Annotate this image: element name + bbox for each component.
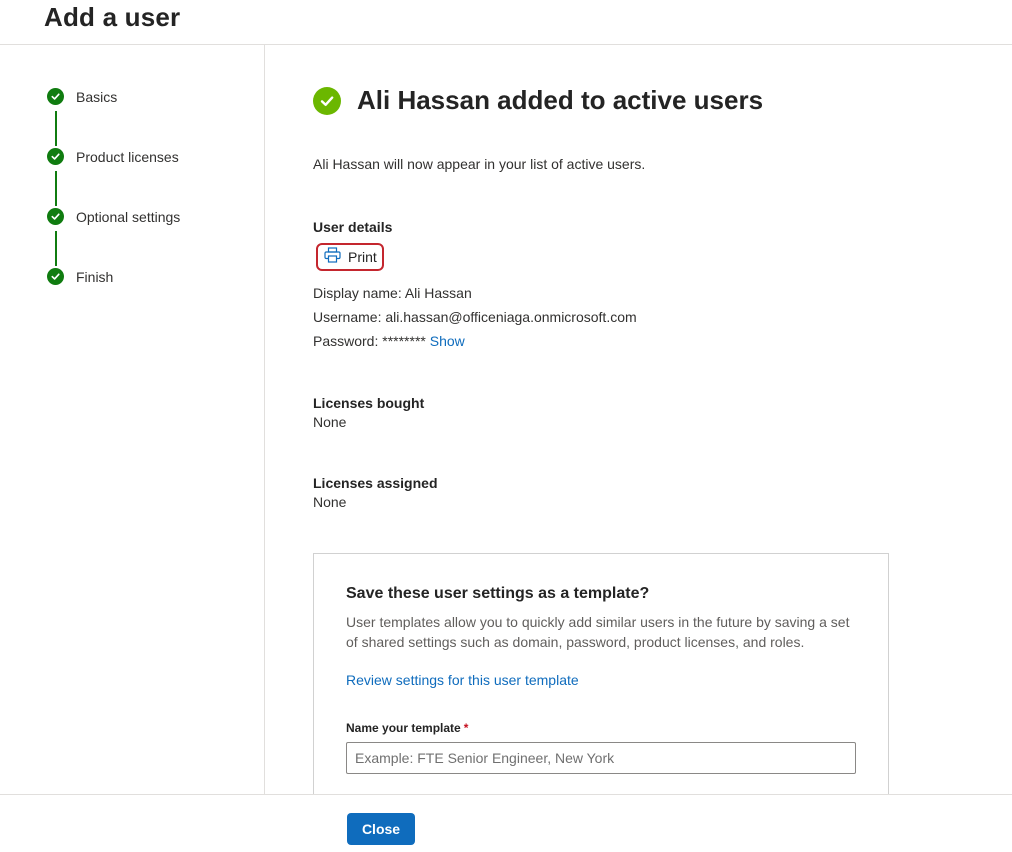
user-details-heading: User details	[313, 219, 393, 235]
template-card-title: Save these user settings as a template?	[346, 585, 650, 602]
template-name-input[interactable]	[346, 742, 856, 774]
checkmark-icon	[47, 208, 64, 225]
step-connector	[55, 171, 57, 206]
step-product-licenses[interactable]: Product licenses	[47, 148, 179, 165]
password-value: Password: ********	[313, 333, 426, 349]
step-label: Finish	[76, 268, 114, 285]
success-header: Ali Hassan added to active users	[313, 85, 763, 116]
show-password-link[interactable]: Show	[430, 333, 465, 349]
password-row: Password: ******** Show	[313, 333, 465, 349]
step-optional-settings[interactable]: Optional settings	[47, 208, 180, 225]
step-label: Basics	[76, 88, 118, 105]
printer-icon	[324, 246, 341, 268]
save-template-card: Save these user settings as a template? …	[313, 553, 889, 794]
checkmark-icon	[47, 268, 64, 285]
display-name: Display name: Ali Hassan	[313, 285, 472, 301]
username: Username: ali.hassan@officeniaga.onmicro…	[313, 309, 637, 325]
step-label: Product licenses	[76, 148, 179, 165]
print-button[interactable]: Print	[316, 243, 384, 271]
template-name-label: Name your template *	[346, 721, 468, 735]
licenses-bought-heading: Licenses bought	[313, 395, 425, 411]
licenses-bought-value: None	[313, 414, 347, 430]
step-basics[interactable]: Basics	[47, 88, 117, 105]
licenses-assigned-heading: Licenses assigned	[313, 475, 438, 491]
success-message: Ali Hassan will now appear in your list …	[313, 156, 646, 172]
template-card-description: User templates allow you to quickly add …	[346, 614, 850, 650]
page-title: Add a user	[44, 2, 181, 32]
step-label: Optional settings	[76, 208, 181, 225]
licenses-assigned-value: None	[313, 494, 347, 510]
header: Add a user	[0, 0, 1012, 45]
template-name-label-text: Name your template	[346, 721, 461, 735]
success-title: Ali Hassan added to active users	[357, 85, 764, 115]
print-label: Print	[348, 249, 377, 265]
step-connector	[55, 231, 57, 266]
checkmark-icon	[47, 148, 64, 165]
review-template-settings-link[interactable]: Review settings for this user template	[346, 672, 579, 688]
main-content: Ali Hassan added to active users Ali Has…	[266, 45, 1012, 794]
success-check-icon	[313, 86, 341, 115]
step-finish[interactable]: Finish	[47, 268, 113, 285]
step-connector	[55, 111, 57, 146]
wizard-steps-sidebar: Basics Product licenses Optional setting…	[0, 45, 265, 794]
close-button[interactable]: Close	[347, 813, 415, 845]
checkmark-icon	[47, 88, 64, 105]
required-marker: *	[463, 721, 469, 735]
footer: Close	[0, 794, 1012, 852]
